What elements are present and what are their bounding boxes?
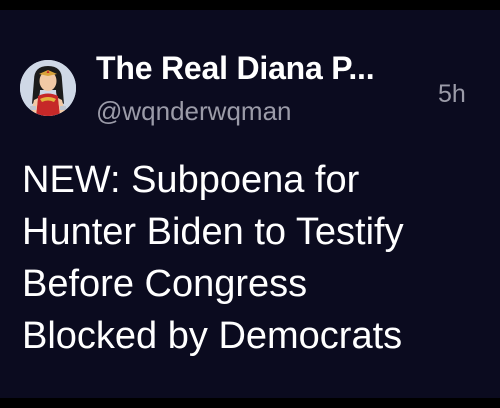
author-display-name[interactable]: The Real Diana P... bbox=[96, 50, 375, 87]
post-text-line: Blocked by Democrats bbox=[22, 315, 403, 357]
post-timestamp[interactable]: 5h bbox=[438, 80, 466, 109]
post-text: NEW: Subpoena for Hunter Biden to Testif… bbox=[22, 154, 492, 362]
author-handle[interactable]: @wqnderwqman bbox=[96, 96, 291, 127]
post-text-line: Hunter Biden to Testify bbox=[22, 211, 404, 253]
post-card[interactable]: The Real Diana P... @wqnderwqman 5h NEW:… bbox=[0, 10, 500, 398]
wonder-woman-avatar-icon[interactable] bbox=[20, 60, 76, 116]
screenshot-frame: The Real Diana P... @wqnderwqman 5h NEW:… bbox=[0, 0, 500, 408]
post-text-line: NEW: Subpoena for bbox=[22, 159, 360, 201]
post-text-line: Before Congress bbox=[22, 263, 308, 305]
